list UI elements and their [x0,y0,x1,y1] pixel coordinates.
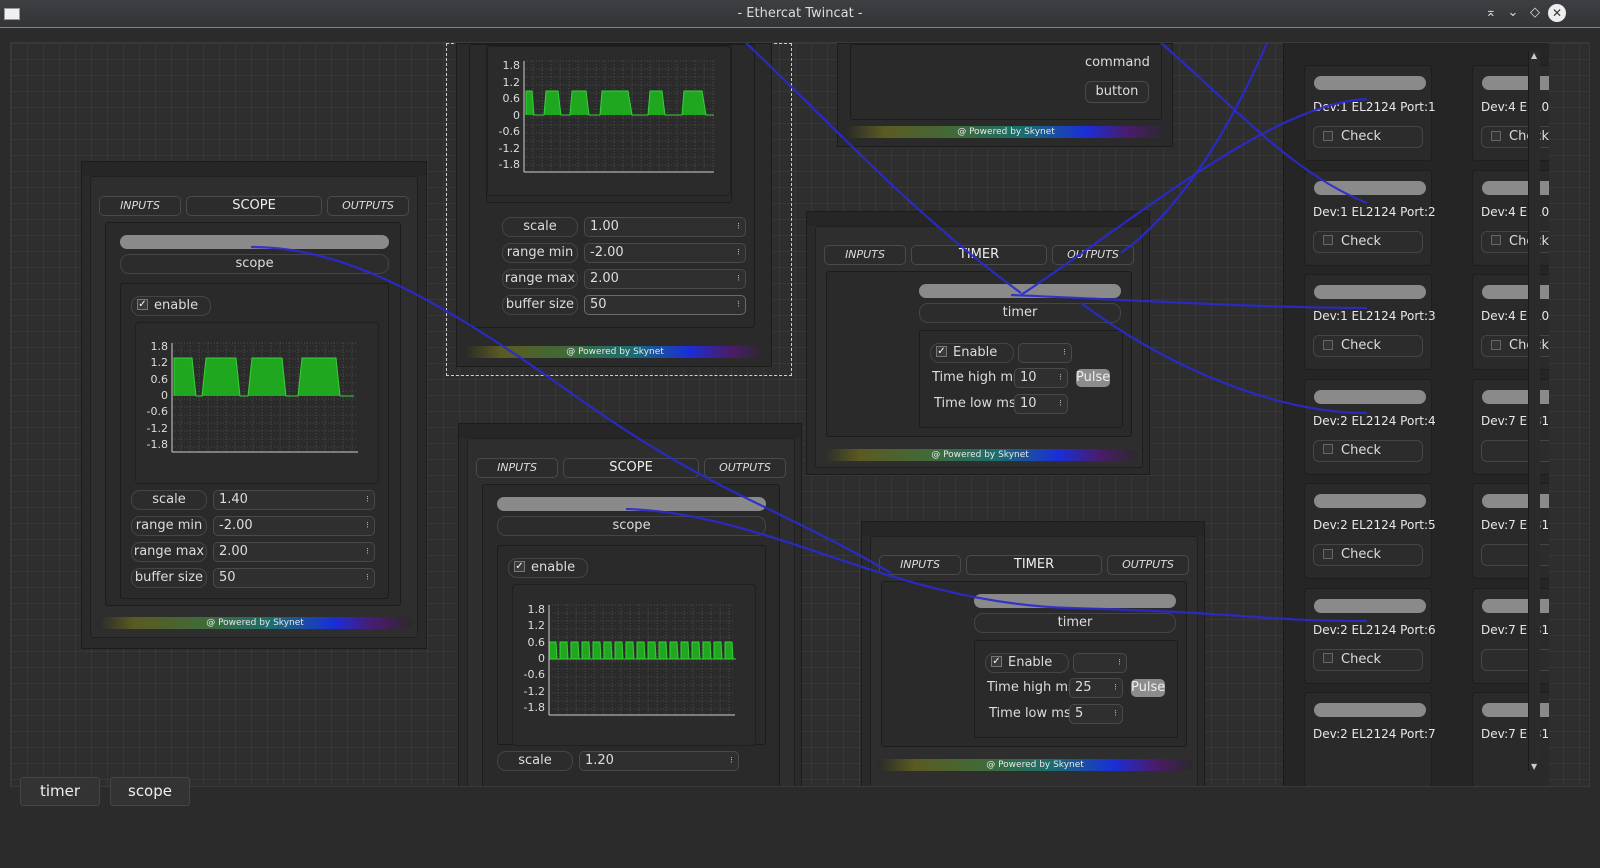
wire [1010,293,1368,310]
close-icon[interactable]: ✕ [1548,4,1566,22]
wire [1020,97,1368,296]
timer-toolbar-button[interactable]: timer [20,777,100,806]
maximize-icon[interactable]: ◇ [1526,4,1544,22]
wire [1120,43,1269,254]
scope-toolbar-button[interactable]: scope [110,777,190,806]
scroll-down-icon[interactable]: ▼ [1531,762,1537,771]
wire [745,43,1022,294]
node-canvas[interactable]: INPUTS SCOPE OUTPUTS scope ✓ enable 1.8 1… [10,42,1590,787]
connection-wires [250,43,1368,623]
wire [625,507,1368,623]
keep-above-icon[interactable]: ⌅ [1482,4,1500,22]
scroll-up-icon[interactable]: ▲ [1531,51,1537,60]
window-title: - Ethercat Twincat - [737,6,863,21]
wire [250,245,892,574]
title-bar: - Ethercat Twincat - ⌅ ⌄ ◇ ✕ [0,0,1600,28]
wire [1080,302,1368,415]
vertical-scrollbar[interactable]: ▲ ▼ [1528,51,1540,771]
minimize-icon[interactable]: ⌄ [1504,4,1522,22]
